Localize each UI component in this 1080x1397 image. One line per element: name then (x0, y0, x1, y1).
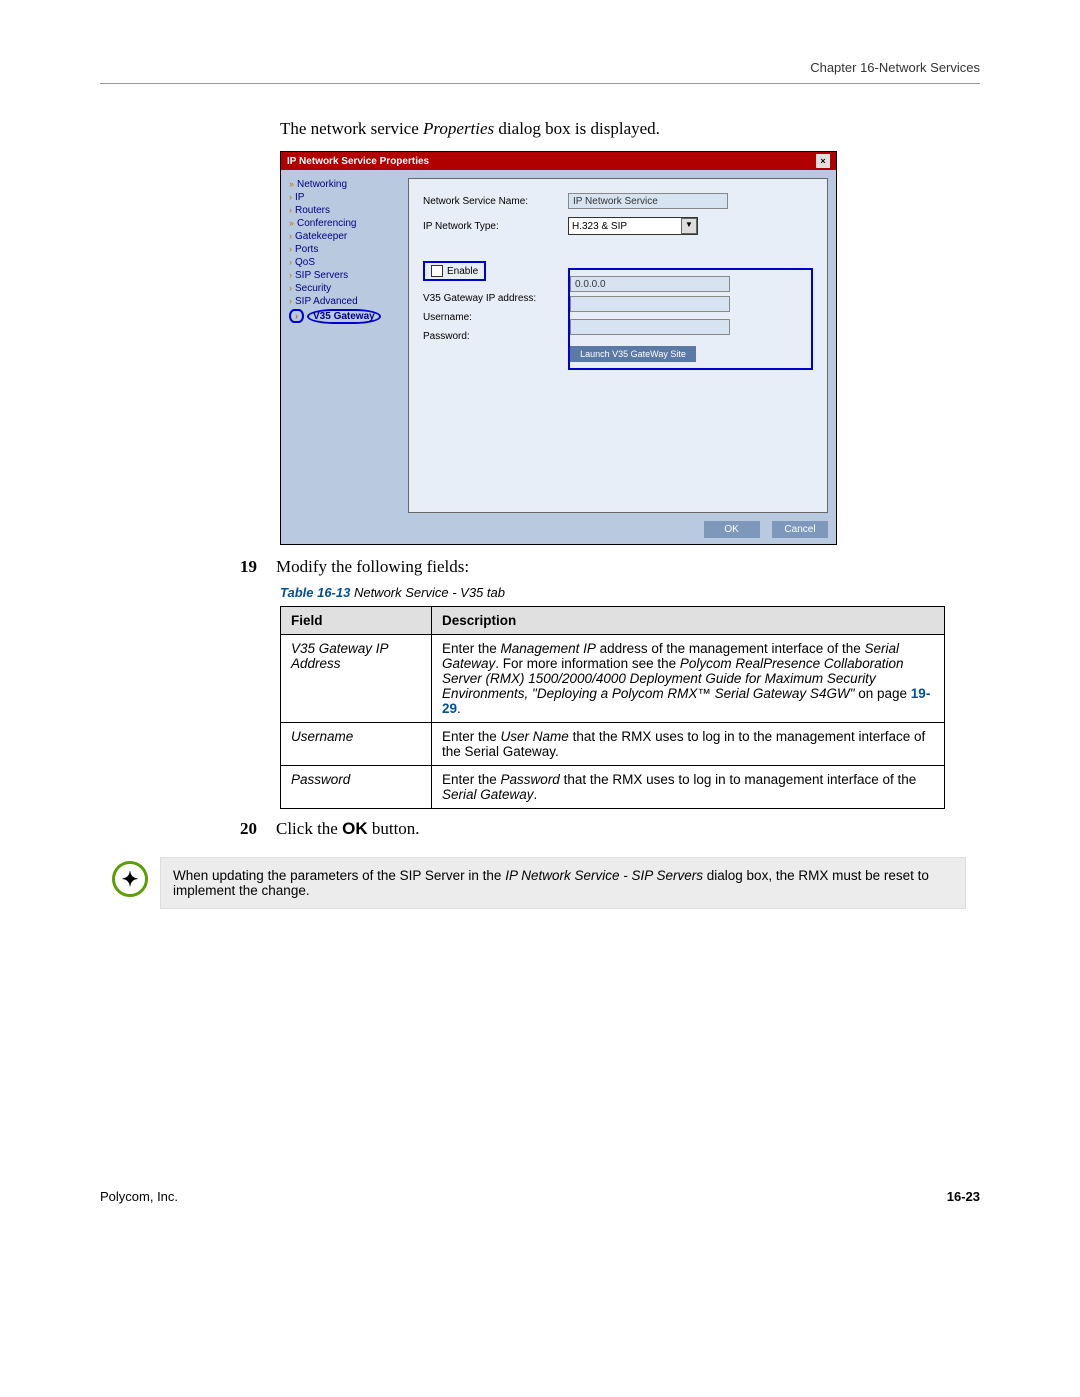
step-number: 20 (240, 819, 276, 839)
close-icon[interactable]: × (816, 154, 830, 168)
nav-v35-gateway[interactable]: ›V35 Gateway (289, 308, 381, 325)
nav-routers[interactable]: ›Routers (289, 204, 404, 217)
label-username: Username: (423, 312, 568, 323)
arrow-icon: › (289, 257, 292, 267)
arrow-icon: › (289, 270, 292, 280)
step-number: 19 (240, 557, 276, 577)
cell-field: V35 Gateway IP Address (281, 635, 432, 723)
select-network-type[interactable]: H.323 & SIP ▼ (568, 217, 698, 235)
caption-title: Network Service - V35 tab (350, 585, 505, 600)
enable-group[interactable]: Enable (423, 261, 486, 281)
input-username[interactable] (570, 296, 730, 312)
fields-table: Field Description V35 Gateway IP Address… (280, 606, 945, 809)
th-description: Description (432, 607, 945, 635)
step-20: 20 Click the OK button. (240, 819, 980, 839)
nav-qos[interactable]: ›QoS (289, 256, 404, 269)
cell-description: Enter the Management IP address of the m… (432, 635, 945, 723)
table-row: V35 Gateway IP Address Enter the Managem… (281, 635, 945, 723)
select-value: H.323 & SIP (572, 221, 627, 232)
nav-networking[interactable]: »Networking (289, 178, 404, 191)
enable-label: Enable (447, 266, 478, 277)
dialog-title-text: IP Network Service Properties (287, 156, 429, 167)
intro-italic: Properties (423, 119, 494, 138)
cell-description: Enter the User Name that the RMX uses to… (432, 723, 945, 766)
dialog-form: Network Service Name: IP Network Service… (408, 178, 828, 513)
chevron-down-icon[interactable]: ▼ (681, 218, 697, 234)
note-text: When updating the parameters of the SIP … (160, 857, 966, 909)
cancel-button[interactable]: Cancel (772, 521, 828, 538)
v35-input-group: 0.0.0.0 Launch V35 GateWay Site (568, 268, 813, 370)
ok-button[interactable]: OK (704, 521, 760, 538)
cell-field: Username (281, 723, 432, 766)
step-text: Click the OK button. (276, 819, 420, 839)
page-header: Chapter 16-Network Services (100, 60, 980, 84)
th-field: Field (281, 607, 432, 635)
arrow-icon: » (289, 218, 294, 228)
input-password[interactable] (570, 319, 730, 335)
note-icon: ✦ (112, 861, 148, 897)
intro-text: The network service Properties dialog bo… (280, 119, 980, 139)
dialog-titlebar: IP Network Service Properties × (281, 152, 836, 170)
input-service-name[interactable]: IP Network Service (568, 193, 728, 209)
intro-post: dialog box is displayed. (494, 119, 660, 138)
label-service-name: Network Service Name: (423, 196, 568, 207)
arrow-icon: › (289, 192, 292, 202)
nav-conferencing[interactable]: »Conferencing (289, 217, 404, 230)
dialog-nav: »Networking ›IP ›Routers »Conferencing ›… (281, 170, 408, 513)
nav-security[interactable]: ›Security (289, 282, 404, 295)
caption-num: Table 16-13 (280, 585, 350, 600)
footer-company: Polycom, Inc. (100, 1189, 178, 1204)
cell-field: Password (281, 766, 432, 809)
cell-description: Enter the Password that the RMX uses to … (432, 766, 945, 809)
enable-checkbox[interactable] (431, 265, 443, 277)
arrow-icon: › (289, 231, 292, 241)
intro-pre: The network service (280, 119, 423, 138)
arrow-icon: › (289, 244, 292, 254)
step-19: 19 Modify the following fields: (240, 557, 980, 577)
page-footer: Polycom, Inc. 16-23 (100, 1189, 980, 1204)
arrow-icon: › (289, 309, 304, 323)
arrow-icon: › (289, 205, 292, 215)
arrow-icon: › (289, 296, 292, 306)
table-row: Username Enter the User Name that the RM… (281, 723, 945, 766)
nav-sip-servers[interactable]: ›SIP Servers (289, 269, 404, 282)
nav-ports[interactable]: ›Ports (289, 243, 404, 256)
label-gateway-ip: V35 Gateway IP address: (423, 293, 568, 304)
dialog-footer: OK Cancel (281, 513, 836, 544)
label-network-type: IP Network Type: (423, 221, 568, 232)
nav-ip[interactable]: ›IP (289, 191, 404, 204)
nav-sip-advanced[interactable]: ›SIP Advanced (289, 295, 404, 308)
table-row: Password Enter the Password that the RMX… (281, 766, 945, 809)
table-caption: Table 16-13 Network Service - V35 tab (280, 585, 980, 600)
arrow-icon: » (289, 179, 294, 189)
label-password: Password: (423, 331, 568, 342)
arrow-icon: › (289, 283, 292, 293)
step-text: Modify the following fields: (276, 557, 469, 577)
input-gateway-ip[interactable]: 0.0.0.0 (570, 276, 730, 292)
note-block: ✦ When updating the parameters of the SI… (100, 857, 980, 909)
properties-dialog: IP Network Service Properties × »Network… (280, 151, 837, 545)
launch-gateway-button[interactable]: Launch V35 GateWay Site (570, 346, 696, 362)
nav-gatekeeper[interactable]: ›Gatekeeper (289, 230, 404, 243)
footer-page-number: 16-23 (947, 1189, 980, 1204)
